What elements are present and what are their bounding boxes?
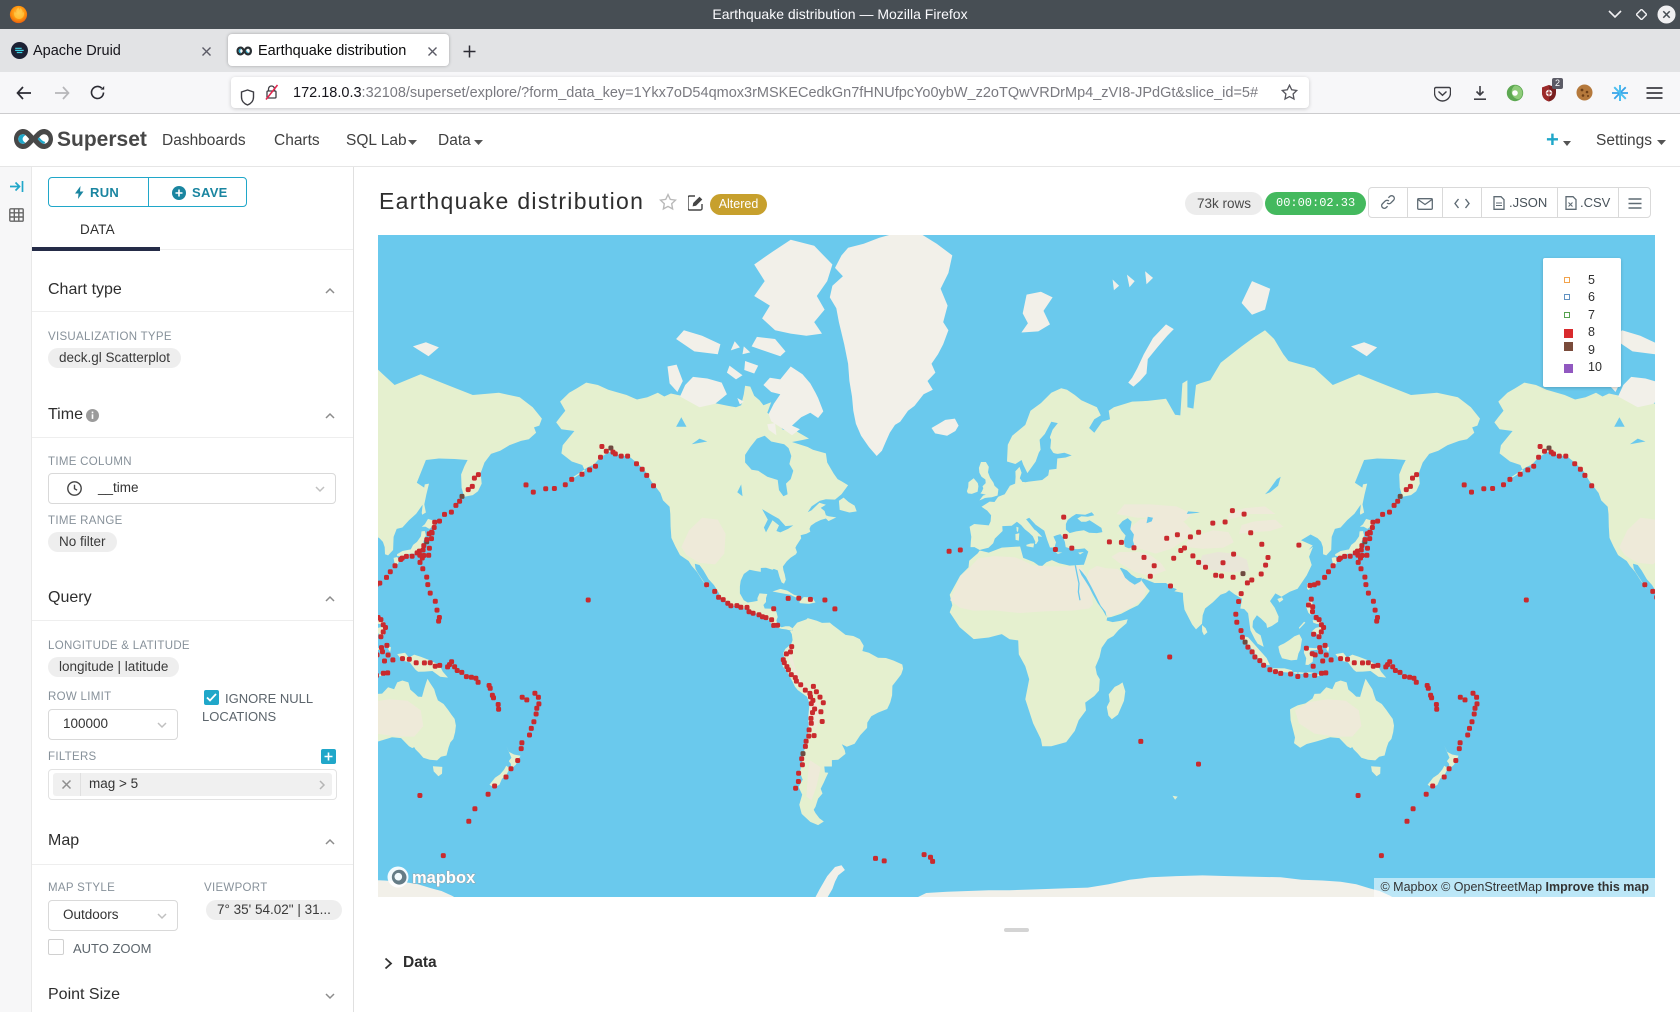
svg-text:mapbox: mapbox	[412, 869, 476, 887]
